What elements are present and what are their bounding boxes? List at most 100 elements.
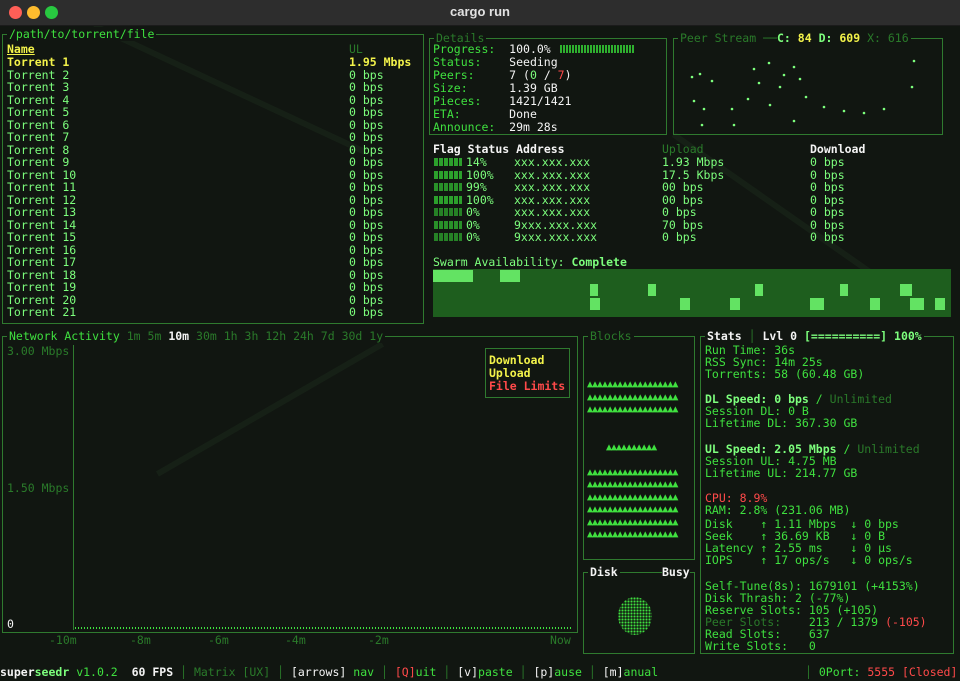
paste-key[interactable]: [v] [457,665,478,679]
range-tab-1h[interactable]: 1h [224,329,238,343]
torrent-row-name[interactable]: Torrent 1 [7,56,69,69]
stats-header: Stats │ Lvl 0 [==========] 100% [705,329,924,343]
block-row: ▲▲▲▲▲▲▲▲▲▲▲▲▲▲▲▲▲▲ [587,391,678,403]
status-header[interactable]: Status [468,142,510,156]
app-name-a: super [0,665,35,679]
name-column-header[interactable]: Name [7,43,35,56]
peer-flag-bar [434,170,462,179]
ul-limit: Unlimited [857,442,920,456]
swarm-block [433,270,473,282]
torrent-row-name[interactable]: Torrent 7 [7,131,69,144]
torrent-row-name[interactable]: Torrent 5 [7,106,69,119]
swarm-block [500,270,520,282]
port-value: 5555 [867,665,896,679]
flag-header[interactable]: Flag [433,142,461,156]
peer-dot [768,103,772,107]
block-row: ▲▲▲▲▲▲▲▲▲▲▲▲▲▲▲▲▲▲ [587,491,678,503]
peer-dot [822,105,826,109]
peer-dot [792,119,796,123]
x-axis-label: -10m [49,633,77,647]
peer-address[interactable]: xxx.xxx.xxx [514,156,590,169]
peer-download: 0 bps [810,155,845,169]
peer-address[interactable]: 9xxx.xxx.xxx [514,231,597,244]
torrent-row-rate: 0 bps [349,180,384,194]
peer-upload: 1.93 Mbps [662,155,725,169]
iops: IOPS ↑ 17 ops/s ↓ 0 ops/s [705,553,913,567]
announce-row: Announce: 29m 28s [433,121,558,134]
peer-dot [798,77,802,81]
peer-upload: 00 bps [662,180,704,194]
details-panel: Details Progress: 100.0% Status: Seeding… [429,31,667,135]
torrent-row-name[interactable]: Torrent 11 [7,181,76,194]
disk-title: Disk [588,565,620,579]
peer-slots-delta: (-105) [885,615,927,629]
range-tab-7d[interactable]: 7d [321,329,335,343]
torrent-list-panel: /path/to/torrent/file Name UL Torrent 11… [2,27,424,324]
range-tab-3h[interactable]: 3h [245,329,259,343]
peer-dot [804,95,808,99]
peer-upload: 0 bps [662,230,697,244]
peers-row: Peers: 7 (0 / 7) [433,69,572,82]
ul-column-header[interactable]: UL [349,43,363,56]
peer-dot [702,107,706,111]
peer-dot [912,59,916,63]
pieces-label: Pieces: [433,94,482,108]
peer-flag-bar [434,158,462,166]
download-header[interactable]: Download [810,143,865,156]
peer-address[interactable]: xxx.xxx.xxx [514,181,590,194]
y-axis-bottom: 0 [7,617,14,631]
port-status: │ 0Port: 5555 [Closed] [805,665,958,679]
block-row: ▲▲▲▲▲▲▲▲▲▲▲▲▲▲▲▲▲▲ [587,479,678,490]
block-row: ▲▲▲▲▲▲▲▲▲▲▲▲▲▲▲▲▲▲ [587,404,678,415]
torrent-row-name[interactable]: Torrent 21 [7,306,76,319]
peer-status: 0% [466,205,480,219]
range-tab-1y[interactable]: 1y [369,329,383,343]
swarm-block [935,298,945,310]
peer-dot [690,75,694,79]
torrent-row-name[interactable]: Torrent 15 [7,231,76,244]
y-axis-top: 3.00 Mbps [7,344,70,358]
torrent-row-name[interactable]: Torrent 13 [7,206,76,219]
peer-flag-bar [434,195,462,204]
block-row: ▲▲▲▲▲▲▲▲▲▲▲▲▲▲▲▲▲▲ [587,504,678,515]
peer-download: 0 bps [810,230,845,244]
torrent-row-name[interactable]: Torrent 3 [7,81,69,94]
upload-trace [75,627,573,629]
peers-label: Peers: [433,68,475,82]
range-tab-24h[interactable]: 24h [293,329,314,343]
arrows-key[interactable]: [arrows] [291,665,346,679]
pause-key[interactable]: [p] [533,665,554,679]
peer-flag-bar [434,183,462,191]
level-bar: [==========] [804,329,888,343]
theme-mode[interactable]: Matrix [UX] [194,665,270,679]
dl-limit: Unlimited [829,392,892,406]
manual-key[interactable]: [m] [603,665,624,679]
peers-total: 7 ( [509,68,530,82]
range-tab-30d[interactable]: 30d [342,329,363,343]
range-tab-12h[interactable]: 12h [265,329,286,343]
port-label: 0Port: [818,665,861,679]
announce-value: 29m 28s [509,120,558,134]
torrent-row-name[interactable]: Torrent 9 [7,156,69,169]
block-row: ▲▲▲▲▲▲▲▲▲▲▲▲▲▲▲▲▲▲ [587,529,678,540]
torrent-row-rate: 0 bps [349,130,384,144]
upload-header[interactable]: Upload [662,143,704,156]
torrent-row-rate: 0 bps [349,80,384,94]
range-tab-10m[interactable]: 10m [168,329,189,343]
manual-hint: anual [623,665,659,679]
address-header[interactable]: Address [516,142,564,156]
torrent-row-name[interactable]: Torrent 17 [7,256,76,269]
eta-row: ETA: Done [433,108,537,121]
range-tab-30m[interactable]: 30m [196,329,217,343]
stats-panel: Stats │ Lvl 0 [==========] 100% Run Time… [700,329,954,654]
range-tab-1m[interactable]: 1m [127,329,141,343]
quit-key[interactable]: [Q] [395,665,416,679]
port-state: [Closed] [902,665,958,679]
peer-address[interactable]: xxx.xxx.xxx [514,206,590,219]
ram-usage: RAM: 2.8% (231.06 MB) [705,503,851,517]
torrent-row-name[interactable]: Torrent 19 [7,281,76,294]
disk-activity-icon [618,597,652,635]
range-tab-5m[interactable]: 5m [148,329,162,343]
peer-dot [698,72,702,76]
x-axis-label: -6m [208,633,229,647]
